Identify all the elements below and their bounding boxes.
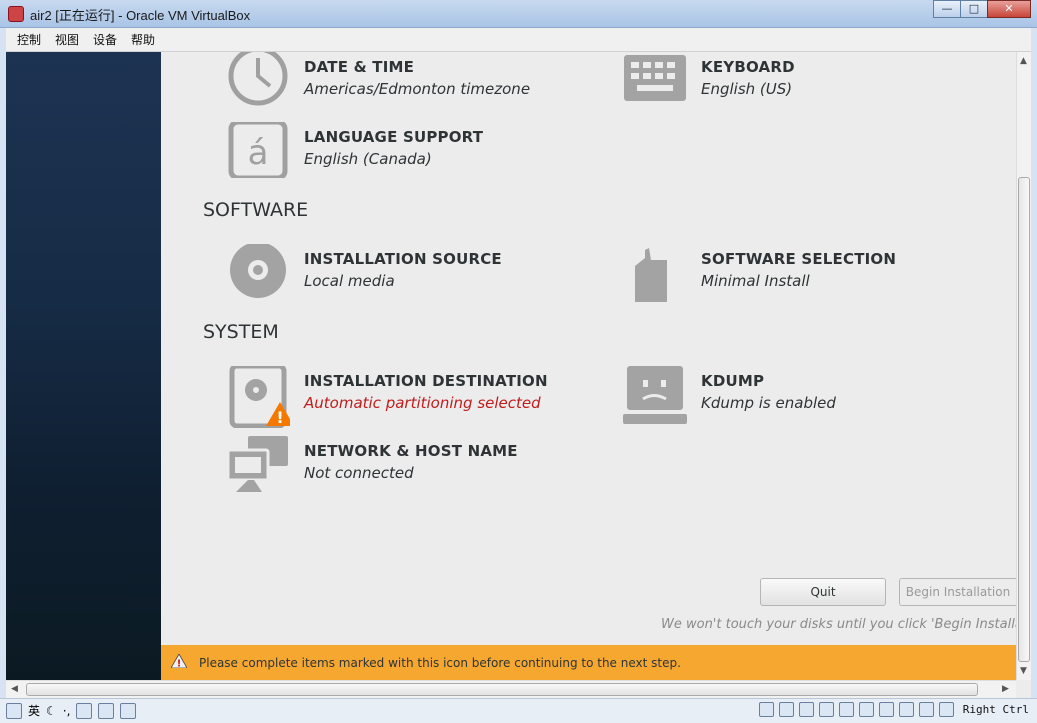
kdump-icon xyxy=(623,366,687,430)
vertical-scroll-thumb[interactable] xyxy=(1018,177,1030,662)
menu-control[interactable]: 控制 xyxy=(10,31,48,48)
svg-text:á: á xyxy=(248,133,269,173)
scroll-down-arrow-icon[interactable]: ▼ xyxy=(1020,666,1027,676)
spoke-label: DATE & TIME xyxy=(304,58,415,76)
mouse-integration-icon[interactable] xyxy=(918,702,934,717)
spoke-label: INSTALLATION SOURCE xyxy=(304,250,502,268)
maximize-button[interactable]: □ xyxy=(960,0,988,18)
begin-installation-button[interactable]: Begin Installation xyxy=(899,578,1016,606)
spoke-installation-source[interactable]: INSTALLATION SOURCE Local media xyxy=(226,242,502,308)
spoke-label: KDUMP xyxy=(701,372,765,390)
scroll-right-arrow-icon[interactable]: ▶ xyxy=(1002,684,1009,694)
installation-summary: DATE & TIME Americas/Edmonton timezone K… xyxy=(161,46,1016,644)
spoke-software-selection[interactable]: SOFTWARE SELECTION Minimal Install xyxy=(623,244,896,308)
spoke-status: English (US) xyxy=(701,80,793,98)
moon-icon[interactable]: ☾ xyxy=(46,704,57,718)
harddisk-icon: ! xyxy=(226,363,294,430)
spoke-status-warning: Automatic partitioning selected xyxy=(304,394,541,412)
ime-language-label[interactable]: 英 xyxy=(28,702,40,719)
spoke-network-host[interactable]: NETWORK & HOST NAME Not connected xyxy=(226,436,518,500)
section-system: SYSTEM xyxy=(203,321,279,343)
network-icon xyxy=(226,436,290,500)
spoke-installation-destination[interactable]: ! INSTALLATION DESTINATION Automatic par… xyxy=(226,363,548,430)
ime-toolbar-icon[interactable] xyxy=(6,702,22,719)
package-icon xyxy=(623,244,687,308)
wrench-icon[interactable] xyxy=(120,702,137,719)
scroll-up-arrow-icon[interactable]: ▲ xyxy=(1020,56,1027,66)
disk-notice: We won't touch your disks until you clic… xyxy=(661,617,1016,632)
scroll-left-arrow-icon[interactable]: ◀ xyxy=(11,684,18,694)
menu-view[interactable]: 视图 xyxy=(48,31,86,48)
language-icon: á xyxy=(226,119,290,186)
spoke-kdump[interactable]: KDUMP Kdump is enabled xyxy=(623,366,836,430)
svg-text:!: ! xyxy=(276,408,283,427)
keyboard-icon[interactable] xyxy=(76,702,93,719)
horizontal-scrollbar[interactable]: ◀ ▶ xyxy=(6,680,1016,698)
clock-icon xyxy=(226,46,290,116)
spoke-date-time[interactable]: DATE & TIME Americas/Edmonton timezone xyxy=(226,46,531,116)
menu-devices[interactable]: 设备 xyxy=(86,31,124,48)
spoke-language-support[interactable]: á LANGUAGE SUPPORT English (Canada) xyxy=(226,119,484,186)
svg-text:!: ! xyxy=(177,659,182,669)
quit-button[interactable]: Quit xyxy=(760,578,886,606)
status-bar: 英 ☾ ·, Right Ctrl xyxy=(0,698,1037,723)
recording-status-icon[interactable] xyxy=(878,702,894,717)
spoke-status: Americas/Edmonton timezone xyxy=(304,80,531,98)
virtualbox-icon xyxy=(8,6,24,22)
spoke-label: SOFTWARE SELECTION xyxy=(701,250,897,268)
window-title: air2 [正在运行] - Oracle VM VirtualBox xyxy=(30,8,251,23)
warning-message: Please complete items marked with this i… xyxy=(199,655,681,670)
keyboard-icon xyxy=(623,52,687,116)
window-title-bar: air2 [正在运行] - Oracle VM VirtualBox — □ ✕ xyxy=(0,0,1037,28)
close-button[interactable]: ✕ xyxy=(987,0,1031,18)
hard-disk-status-icon[interactable] xyxy=(758,702,774,717)
spoke-label: INSTALLATION DESTINATION xyxy=(304,372,548,390)
vm-display[interactable]: DATE & TIME Americas/Edmonton timezone K… xyxy=(6,46,1031,698)
minimize-button[interactable]: — xyxy=(933,0,961,18)
punctuation-icon[interactable]: ·, xyxy=(63,704,71,718)
menu-help[interactable]: 帮助 xyxy=(124,31,162,48)
user-icon[interactable] xyxy=(98,702,115,719)
network-status-icon[interactable] xyxy=(818,702,834,717)
warning-bar: ! Please complete items marked with this… xyxy=(161,645,1016,680)
vertical-scrollbar[interactable]: ▲ ▼ xyxy=(1016,52,1031,680)
spoke-status: Minimal Install xyxy=(701,272,810,290)
spoke-label: KEYBOARD xyxy=(701,58,795,76)
spoke-status: Kdump is enabled xyxy=(701,394,836,412)
section-software: SOFTWARE xyxy=(203,199,309,221)
menu-bar: 控制 视图 设备 帮助 xyxy=(6,28,1031,52)
disc-icon xyxy=(226,242,290,308)
spoke-label: NETWORK & HOST NAME xyxy=(304,442,518,460)
spoke-status: Local media xyxy=(304,272,395,290)
display-status-icon[interactable] xyxy=(858,702,874,717)
spoke-keyboard[interactable]: KEYBOARD English (US) xyxy=(623,52,795,116)
spoke-status: Not connected xyxy=(304,464,414,482)
installer-sidebar xyxy=(6,52,161,680)
warning-icon: ! xyxy=(170,653,188,672)
host-key-arrow-icon xyxy=(938,702,954,717)
virtualization-status-icon[interactable] xyxy=(898,702,914,717)
usb-status-icon[interactable] xyxy=(798,702,814,717)
shared-folders-icon[interactable] xyxy=(838,702,854,717)
optical-drive-status-icon[interactable] xyxy=(778,702,794,717)
host-key-label: Right Ctrl xyxy=(962,703,1029,716)
spoke-status: English (Canada) xyxy=(304,150,432,168)
spoke-label: LANGUAGE SUPPORT xyxy=(304,128,484,146)
horizontal-scroll-thumb[interactable] xyxy=(26,683,978,696)
